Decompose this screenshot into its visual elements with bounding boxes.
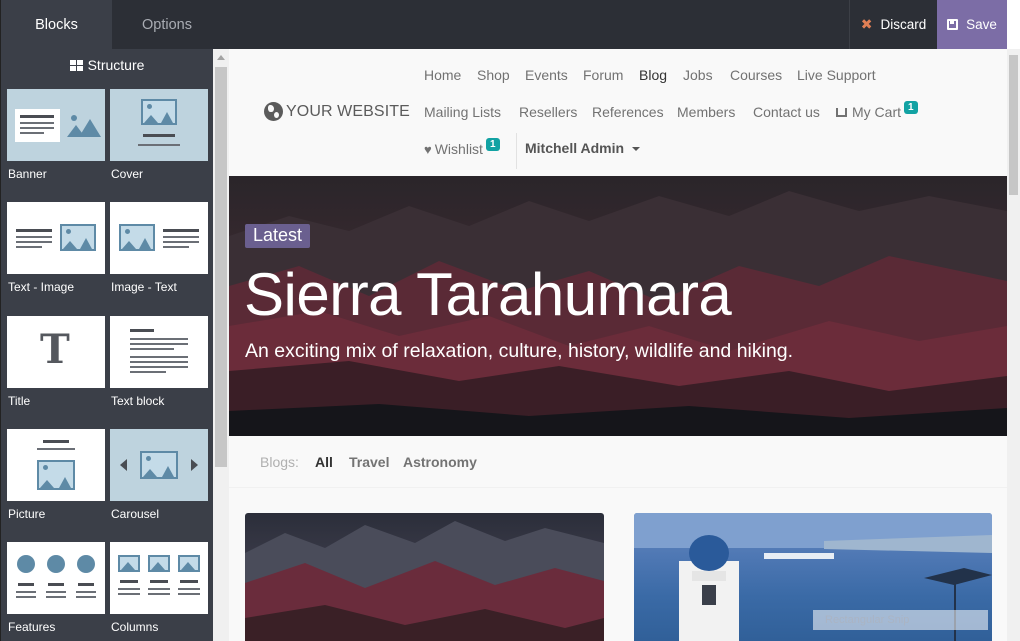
nav-home[interactable]: Home [424, 67, 461, 83]
nav-mailing-lists[interactable]: Mailing Lists [424, 104, 501, 120]
user-menu[interactable]: Mitchell Admin [525, 140, 641, 156]
block-title[interactable]: T Title [7, 316, 107, 408]
block-label: Features [8, 620, 56, 634]
mountain-post-image [245, 521, 604, 641]
tab-options[interactable]: Options [112, 0, 222, 49]
shopping-cart-icon [836, 108, 847, 117]
block-text-image[interactable]: Text - Image [7, 202, 107, 294]
website-preview: YOUR WEBSITE Home Shop Events Forum Blog… [229, 49, 1007, 641]
website-navbar: YOUR WEBSITE Home Shop Events Forum Blog… [229, 49, 1007, 176]
close-icon: ✖ [860, 16, 873, 32]
nav-courses[interactable]: Courses [730, 67, 782, 83]
block-label: Picture [8, 507, 46, 521]
cover-thumbnail [110, 89, 208, 161]
block-cover[interactable]: Cover [110, 89, 210, 181]
arrow-right-icon [191, 459, 198, 471]
scroll-up-icon[interactable] [217, 55, 225, 60]
floppy-disk-icon [947, 19, 959, 30]
filter-astronomy[interactable]: Astronomy [403, 454, 477, 470]
block-label: Image - Text [111, 280, 177, 294]
block-label: Cover [111, 167, 144, 181]
arrow-left-icon [120, 459, 127, 471]
nav-forum[interactable]: Forum [583, 67, 623, 83]
block-picture[interactable]: Picture [7, 429, 107, 521]
preview-scrollbar[interactable] [1007, 49, 1020, 641]
block-label: Carousel [111, 507, 160, 521]
globe-icon [264, 102, 283, 121]
section-title-label: Structure [87, 57, 145, 73]
save-button[interactable]: Save [937, 0, 1007, 49]
block-label: Title [8, 394, 31, 408]
features-thumbnail [7, 542, 105, 614]
sidebar-scrollbar[interactable] [213, 49, 230, 641]
nav-references[interactable]: References [592, 104, 664, 120]
nav-jobs[interactable]: Jobs [683, 67, 713, 83]
block-text-block[interactable]: Text block [110, 316, 210, 408]
block-carousel[interactable]: Carousel [110, 429, 210, 521]
picture-thumbnail [7, 429, 105, 501]
image-text-thumbnail [110, 202, 208, 274]
text-image-thumbnail [7, 202, 105, 274]
nav-live-support[interactable]: Live Support [797, 67, 876, 83]
editor-sidebar: Blocks Options Structure Banner Cover Te… [0, 0, 230, 641]
hero-subtitle: An exciting mix of relaxation, culture, … [245, 340, 794, 362]
title-glyph-icon: T [40, 326, 70, 373]
cart-label: My Cart [852, 104, 901, 120]
block-label: Text block [111, 394, 165, 408]
user-name: Mitchell Admin [525, 140, 625, 156]
heart-icon: ♥ [424, 142, 432, 157]
discard-button[interactable]: ✖ Discard [849, 0, 937, 49]
nav-resellers[interactable]: Resellers [519, 104, 577, 120]
wishlist-count-badge: 1 [485, 138, 500, 151]
banner-thumbnail [7, 89, 105, 161]
block-label: Banner [8, 167, 47, 181]
columns-thumbnail [110, 542, 208, 614]
editor-toolbar: ✖ Discard Save [229, 0, 1020, 49]
blog-post-card[interactable] [245, 513, 604, 641]
logo-text: YOUR WEBSITE [286, 102, 410, 120]
sidebar-scroll-thumb[interactable] [215, 67, 227, 467]
hero-title: Sierra Tarahumara [244, 261, 732, 328]
latest-tag: Latest [245, 224, 311, 248]
block-label: Columns [111, 620, 159, 634]
snip-hint-overlay: Rectangular Snip [813, 610, 988, 630]
blog-filter-bar: Blogs: All Travel Astronomy [229, 436, 1007, 488]
text-block-thumbnail [110, 316, 208, 388]
title-thumbnail: T [7, 316, 105, 388]
carousel-thumbnail [110, 429, 208, 501]
block-features[interactable]: Features [7, 542, 107, 634]
nav-contact-us[interactable]: Contact us [753, 104, 820, 120]
filter-travel[interactable]: Travel [349, 454, 389, 470]
editor-tabs: Blocks Options [1, 0, 230, 49]
block-columns[interactable]: Columns [110, 542, 210, 634]
cart-count-badge: 1 [904, 101, 918, 114]
nav-shop[interactable]: Shop [477, 67, 510, 83]
website-logo[interactable]: YOUR WEBSITE [264, 102, 410, 121]
discard-label: Discard [880, 17, 927, 32]
nav-my-cart[interactable]: My Cart 1 [836, 101, 918, 120]
tab-blocks[interactable]: Blocks [1, 0, 112, 49]
block-banner[interactable]: Banner [7, 89, 107, 181]
nav-members[interactable]: Members [677, 104, 735, 120]
block-label: Text - Image [8, 280, 75, 294]
blog-hero-banner[interactable]: Latest Sierra Tarahumara An exciting mix… [229, 176, 1007, 436]
snippet-list: Banner Cover Text - Image Image - Text T… [1, 89, 213, 641]
section-structure-title: Structure [1, 55, 213, 75]
nav-blog[interactable]: Blog [639, 67, 667, 83]
nav-events[interactable]: Events [525, 67, 568, 83]
save-label: Save [966, 17, 997, 32]
filter-all[interactable]: All [315, 454, 333, 470]
wishlist-label: Wishlist [434, 141, 483, 157]
preview-scroll-thumb[interactable] [1009, 55, 1018, 195]
caret-down-icon [632, 147, 641, 152]
filter-label: Blogs: [260, 454, 299, 470]
nav-wishlist[interactable]: ♥ Wishlist 1 [424, 138, 500, 157]
block-image-text[interactable]: Image - Text [110, 202, 210, 294]
grid-icon [69, 59, 83, 71]
